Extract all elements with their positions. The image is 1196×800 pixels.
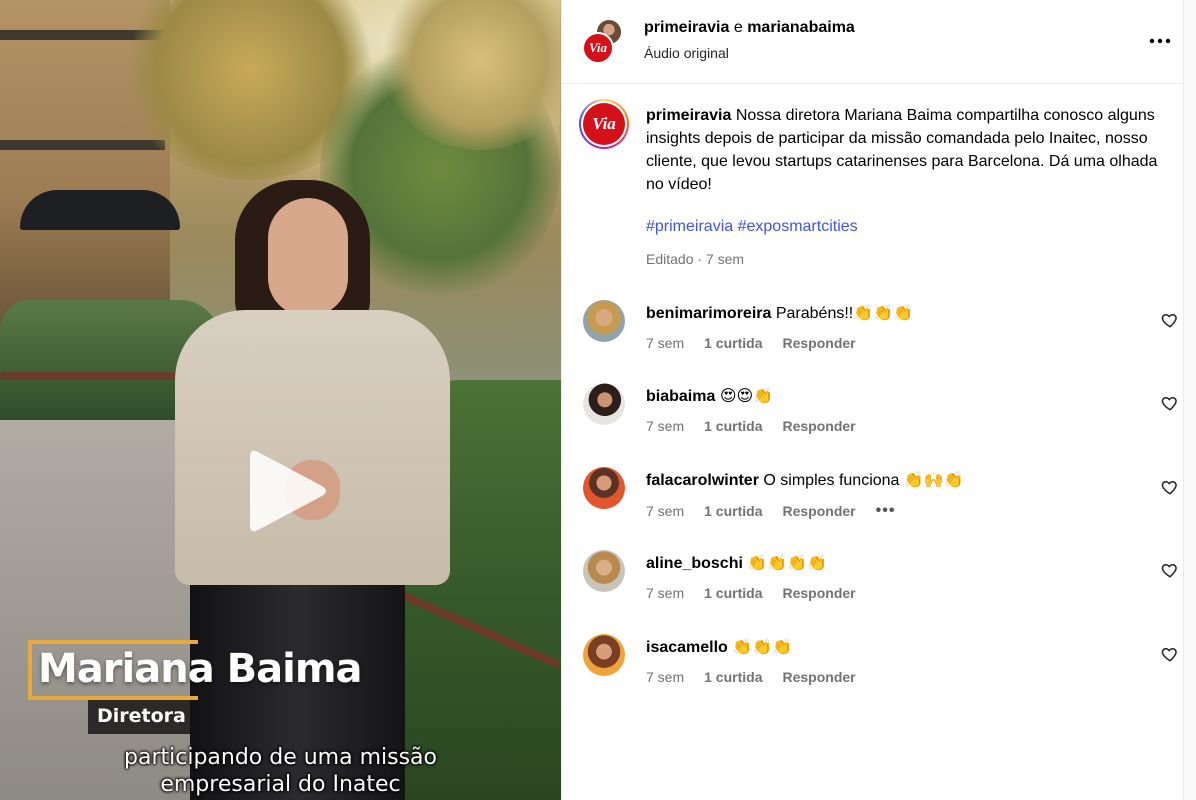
heart-icon[interactable]: [1161, 478, 1179, 496]
brand-logo: Via: [583, 103, 625, 145]
reply-button[interactable]: Responder: [782, 669, 855, 685]
comment-username[interactable]: aline_boschi: [646, 555, 743, 572]
caption-text: primeiravia Nossa diretora Mariana Baima…: [646, 104, 1166, 196]
collab-avatars[interactable]: Via: [582, 18, 628, 64]
comment-time: 7 sem: [646, 669, 685, 685]
author-link[interactable]: primeiravia: [644, 19, 729, 36]
reply-button[interactable]: Responder: [782, 335, 855, 351]
comment-meta: 7 sem 1 curtida Responder: [646, 585, 856, 601]
comment-username[interactable]: falacarolwinter: [646, 472, 759, 489]
video-subtitles: participando de uma missão empresarial d…: [0, 744, 561, 798]
avatar[interactable]: [583, 634, 625, 676]
comment-item: benimarimoreira Parabéns!!👏👏👏 7 sem 1 cu…: [562, 300, 1196, 384]
comment-likes[interactable]: 1 curtida: [704, 418, 762, 434]
comment-body: 👏👏👏: [732, 639, 793, 656]
video-balcony: [0, 140, 165, 150]
caption-meta: Editado · 7 sem: [646, 251, 745, 267]
comment-likes[interactable]: 1 curtida: [704, 585, 762, 601]
comment-time: 7 sem: [646, 418, 685, 434]
post-modal: Mariana Baima Diretora participando de u…: [0, 0, 1196, 800]
comment-item: isacamello 👏👏👏 7 sem 1 curtida Responder: [562, 634, 1196, 718]
reply-button[interactable]: Responder: [782, 418, 855, 434]
more-horizontal-icon: [1149, 38, 1171, 44]
video-umbrella: [20, 190, 180, 230]
comment-likes[interactable]: 1 curtida: [704, 335, 762, 351]
heart-icon[interactable]: [1161, 645, 1179, 663]
caption-avatar[interactable]: Via: [579, 99, 629, 149]
comment-text: falacarolwinter O simples funciona 👏🙌👏: [646, 470, 964, 490]
author-conjunction: e: [733, 19, 743, 36]
author-link[interactable]: marianabaima: [747, 19, 855, 36]
comment-text: isacamello 👏👏👏: [646, 637, 792, 657]
comment-username[interactable]: biabaima: [646, 388, 715, 405]
video-player[interactable]: Mariana Baima Diretora participando de u…: [0, 0, 561, 800]
comment-meta: 7 sem 1 curtida Responder •••: [646, 502, 895, 520]
reply-button[interactable]: Responder: [782, 585, 855, 601]
caption-username[interactable]: primeiravia: [646, 107, 731, 124]
post-side-panel: Via primeiravia e marianabaima Áudio ori…: [561, 0, 1196, 800]
comment-likes[interactable]: 1 curtida: [704, 503, 762, 519]
hashtag-link[interactable]: #exposmartcities: [738, 218, 858, 235]
lower-third-role: Diretora: [97, 705, 186, 727]
play-icon[interactable]: [240, 448, 330, 534]
caption-hashtags: #primeiravia #exposmartcities: [646, 218, 858, 236]
avatar[interactable]: [583, 300, 625, 342]
comment-meta: 7 sem 1 curtida Responder: [646, 335, 856, 351]
scrollbar[interactable]: [1183, 0, 1196, 800]
comment-meta: 7 sem 1 curtida Responder: [646, 669, 856, 685]
comment-options-button[interactable]: •••: [876, 502, 896, 520]
brand-logo: Via: [582, 32, 614, 64]
comment-username[interactable]: benimarimoreira: [646, 305, 771, 322]
comment-time: 7 sem: [646, 503, 685, 519]
avatar[interactable]: [583, 467, 625, 509]
comment-item: aline_boschi 👏👏👏👏 7 sem 1 curtida Respon…: [562, 550, 1196, 634]
comment-item: biabaima 😍😍👏 7 sem 1 curtida Responder: [562, 383, 1196, 467]
comment-text: benimarimoreira Parabéns!!👏👏👏: [646, 303, 913, 323]
comment-text: biabaima 😍😍👏: [646, 386, 773, 406]
comment-body: Parabéns!!👏👏👏: [775, 305, 913, 322]
comment-username[interactable]: isacamello: [646, 639, 728, 656]
comment-body: 👏👏👏👏: [747, 555, 828, 572]
person-face: [268, 198, 348, 316]
comment-body: 😍😍👏: [719, 388, 774, 405]
audio-link[interactable]: Áudio original: [644, 45, 729, 61]
heart-icon[interactable]: [1161, 311, 1179, 329]
comment-likes[interactable]: 1 curtida: [704, 669, 762, 685]
avatar[interactable]: [583, 383, 625, 425]
comment-body: O simples funciona 👏🙌👏: [763, 472, 964, 489]
subtitle-line: participando de uma missão: [124, 745, 437, 770]
comment-time: 7 sem: [646, 335, 685, 351]
subtitle-line: empresarial do Inatec: [160, 772, 401, 797]
comment-text: aline_boschi 👏👏👏👏: [646, 553, 827, 573]
comment-time: 7 sem: [646, 585, 685, 601]
comment-meta: 7 sem 1 curtida Responder: [646, 418, 856, 434]
lower-third-name: Mariana Baima: [38, 646, 362, 692]
avatar[interactable]: [583, 550, 625, 592]
more-options-button[interactable]: [1147, 28, 1173, 54]
heart-icon[interactable]: [1161, 394, 1179, 412]
post-header: Via primeiravia e marianabaima Áudio ori…: [562, 0, 1196, 84]
reply-button[interactable]: Responder: [782, 503, 855, 519]
hashtag-link[interactable]: #primeiravia: [646, 218, 733, 235]
comment-item: falacarolwinter O simples funciona 👏🙌👏 7…: [562, 467, 1196, 551]
post-authors: primeiravia e marianabaima: [644, 19, 855, 37]
caption-avatar-inner: Via: [581, 101, 627, 147]
heart-icon[interactable]: [1161, 561, 1179, 579]
